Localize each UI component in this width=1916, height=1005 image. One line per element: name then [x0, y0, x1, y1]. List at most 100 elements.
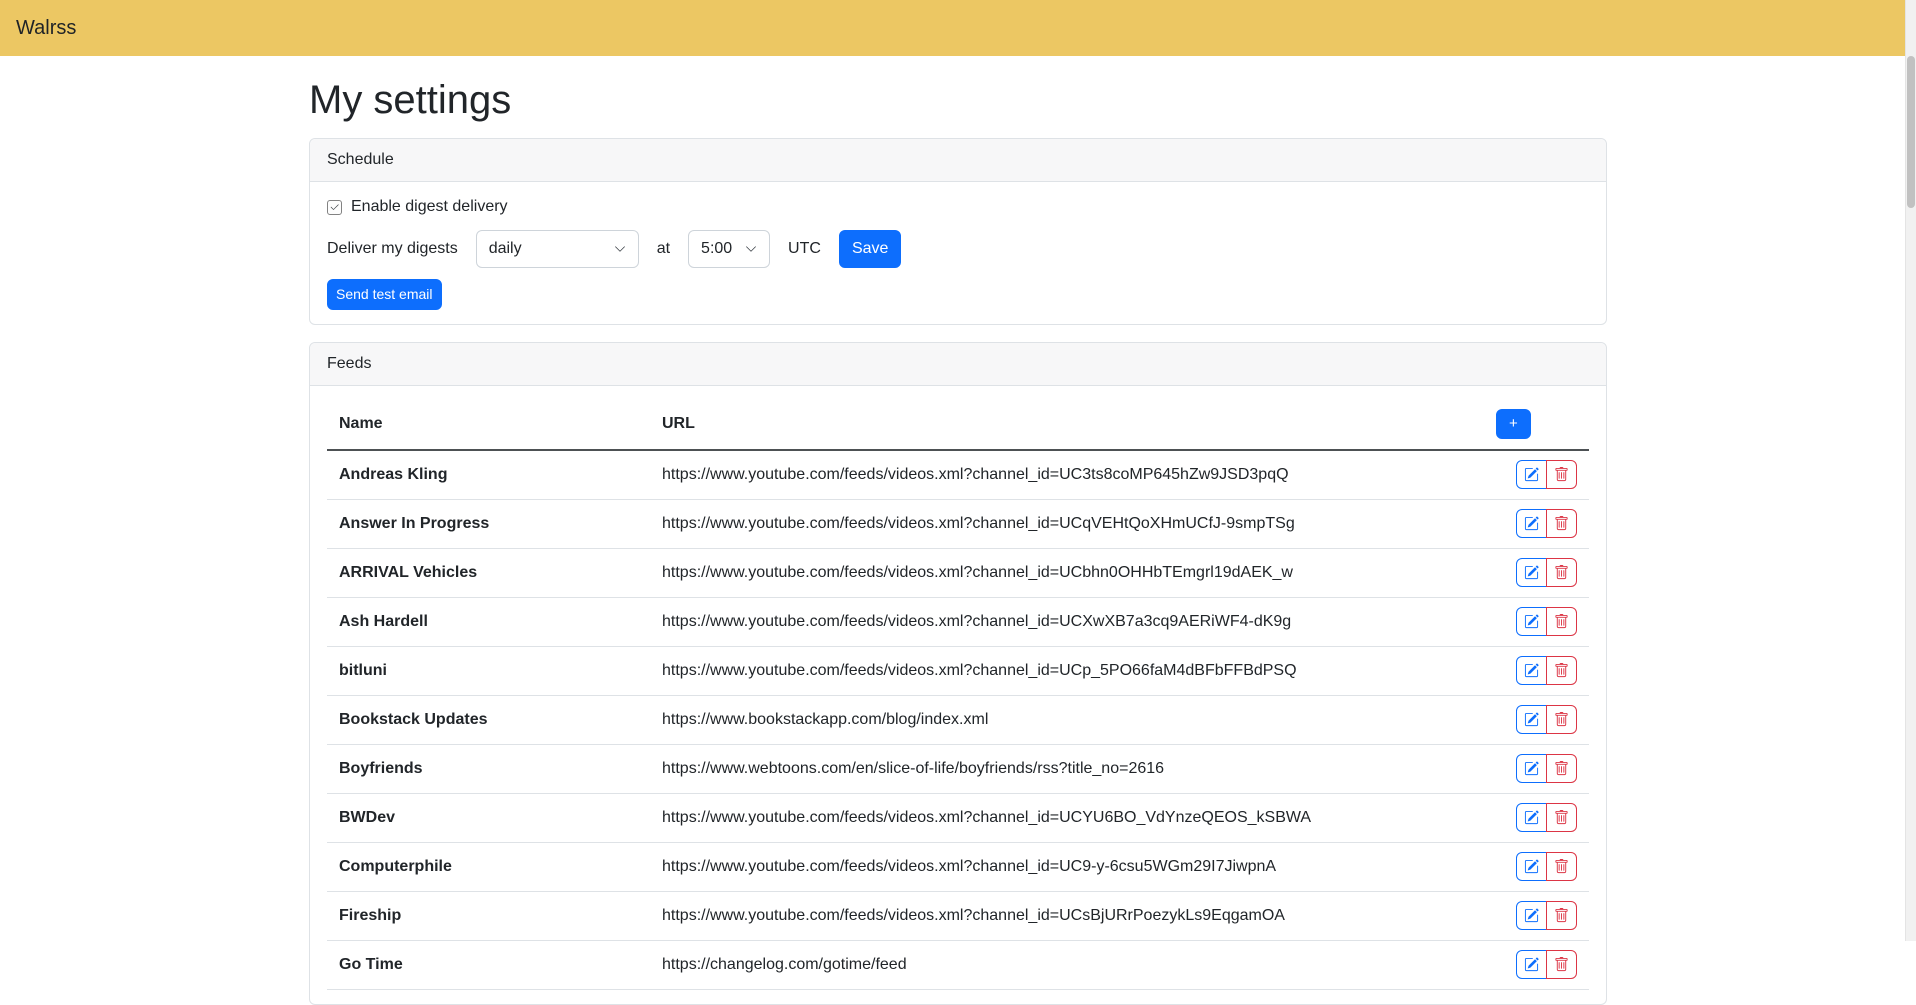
- frequency-value: daily: [489, 237, 522, 261]
- add-feed-button[interactable]: +: [1496, 409, 1531, 439]
- feed-actions: [1484, 647, 1589, 696]
- feeds-table-body: Andreas Kling https://www.youtube.com/fe…: [327, 450, 1589, 990]
- delete-feed-button[interactable]: [1546, 509, 1577, 538]
- trash-icon: [1554, 565, 1569, 580]
- deliver-label: Deliver my digests: [327, 237, 458, 261]
- pencil-square-icon: [1524, 859, 1539, 874]
- feed-url: https://www.youtube.com/feeds/videos.xml…: [650, 647, 1484, 696]
- feed-actions-group: [1516, 950, 1577, 979]
- chevron-down-icon: [614, 243, 626, 255]
- test-email-row: Send test email: [327, 279, 1589, 310]
- send-test-email-button[interactable]: Send test email: [327, 279, 442, 310]
- delete-feed-button[interactable]: [1546, 558, 1577, 587]
- feeds-card-body: Name URL + Andreas Kling https://www.you…: [310, 386, 1606, 1004]
- top-navbar: Walrss: [0, 0, 1916, 56]
- main-content: My settings Schedule Enable digest deliv…: [309, 56, 1607, 1005]
- feed-actions-group: [1516, 705, 1577, 734]
- edit-feed-button[interactable]: [1516, 754, 1547, 783]
- delete-feed-button[interactable]: [1546, 754, 1577, 783]
- table-row: Ash Hardell https://www.youtube.com/feed…: [327, 598, 1589, 647]
- time-select[interactable]: 5:00: [688, 230, 770, 268]
- delete-feed-button[interactable]: [1546, 852, 1577, 881]
- edit-feed-button[interactable]: [1516, 852, 1547, 881]
- feed-actions: [1484, 794, 1589, 843]
- feed-url: https://www.youtube.com/feeds/videos.xml…: [650, 892, 1484, 941]
- scrollbar-thumb[interactable]: [1907, 56, 1915, 208]
- feed-url: https://www.youtube.com/feeds/videos.xml…: [650, 598, 1484, 647]
- feed-url: https://www.youtube.com/feeds/videos.xml…: [650, 450, 1484, 500]
- feed-name: Fireship: [327, 892, 650, 941]
- trash-icon: [1554, 712, 1569, 727]
- feed-actions: [1484, 892, 1589, 941]
- delete-feed-button[interactable]: [1546, 901, 1577, 930]
- feed-url: https://www.webtoons.com/en/slice-of-lif…: [650, 745, 1484, 794]
- at-label: at: [657, 237, 670, 261]
- edit-feed-button[interactable]: [1516, 509, 1547, 538]
- brand-link[interactable]: Walrss: [16, 13, 76, 43]
- trash-icon: [1554, 859, 1569, 874]
- feed-actions-group: [1516, 460, 1577, 489]
- delete-feed-button[interactable]: [1546, 656, 1577, 685]
- delete-feed-button[interactable]: [1546, 950, 1577, 979]
- feed-actions-group: [1516, 754, 1577, 783]
- edit-feed-button[interactable]: [1516, 901, 1547, 930]
- pencil-square-icon: [1524, 516, 1539, 531]
- table-row: ARRIVAL Vehicles https://www.youtube.com…: [327, 549, 1589, 598]
- table-row: bitluni https://www.youtube.com/feeds/vi…: [327, 647, 1589, 696]
- pencil-square-icon: [1524, 957, 1539, 972]
- check-icon: [329, 202, 340, 213]
- feed-actions: [1484, 500, 1589, 549]
- table-row: Computerphile https://www.youtube.com/fe…: [327, 843, 1589, 892]
- feed-name: ARRIVAL Vehicles: [327, 549, 650, 598]
- schedule-card-body: Enable digest delivery Deliver my digest…: [310, 182, 1606, 324]
- edit-feed-button[interactable]: [1516, 607, 1547, 636]
- feed-name: BWDev: [327, 794, 650, 843]
- table-row: BWDev https://www.youtube.com/feeds/vide…: [327, 794, 1589, 843]
- trash-icon: [1554, 761, 1569, 776]
- trash-icon: [1554, 614, 1569, 629]
- feed-actions: [1484, 450, 1589, 500]
- feed-name: bitluni: [327, 647, 650, 696]
- feeds-table: Name URL + Andreas Kling https://www.you…: [327, 399, 1589, 990]
- schedule-card-header: Schedule: [310, 139, 1606, 182]
- feed-url: https://www.youtube.com/feeds/videos.xml…: [650, 500, 1484, 549]
- feed-name: Go Time: [327, 941, 650, 990]
- edit-feed-button[interactable]: [1516, 803, 1547, 832]
- feeds-table-header-row: Name URL +: [327, 399, 1589, 450]
- feeds-card: Feeds Name URL + Andreas Kling https://w…: [309, 342, 1607, 1005]
- feed-actions: [1484, 843, 1589, 892]
- timezone-label: UTC: [788, 237, 821, 261]
- time-value: 5:00: [701, 237, 732, 261]
- table-row: Answer In Progress https://www.youtube.c…: [327, 500, 1589, 549]
- table-row: Bookstack Updates https://www.bookstacka…: [327, 696, 1589, 745]
- frequency-select[interactable]: daily: [476, 230, 639, 268]
- edit-feed-button[interactable]: [1516, 558, 1547, 587]
- table-row: Go Time https://changelog.com/gotime/fee…: [327, 941, 1589, 990]
- enable-digest-row: Enable digest delivery: [327, 195, 1589, 219]
- trash-icon: [1554, 663, 1569, 678]
- feed-name: Boyfriends: [327, 745, 650, 794]
- feed-actions-group: [1516, 509, 1577, 538]
- feed-name: Andreas Kling: [327, 450, 650, 500]
- save-button[interactable]: Save: [839, 230, 901, 268]
- edit-feed-button[interactable]: [1516, 460, 1547, 489]
- enable-digest-label: Enable digest delivery: [351, 195, 508, 219]
- delete-feed-button[interactable]: [1546, 803, 1577, 832]
- edit-feed-button[interactable]: [1516, 705, 1547, 734]
- delete-feed-button[interactable]: [1546, 460, 1577, 489]
- pencil-square-icon: [1524, 614, 1539, 629]
- feed-url: https://www.youtube.com/feeds/videos.xml…: [650, 794, 1484, 843]
- enable-digest-checkbox[interactable]: [327, 200, 342, 215]
- feed-url: https://www.youtube.com/feeds/videos.xml…: [650, 843, 1484, 892]
- delete-feed-button[interactable]: [1546, 705, 1577, 734]
- edit-feed-button[interactable]: [1516, 950, 1547, 979]
- feed-actions: [1484, 696, 1589, 745]
- table-row: Boyfriends https://www.webtoons.com/en/s…: [327, 745, 1589, 794]
- scrollbar[interactable]: [1905, 0, 1916, 941]
- pencil-square-icon: [1524, 761, 1539, 776]
- pencil-square-icon: [1524, 712, 1539, 727]
- delete-feed-button[interactable]: [1546, 607, 1577, 636]
- feed-name: Answer In Progress: [327, 500, 650, 549]
- feed-actions: [1484, 549, 1589, 598]
- edit-feed-button[interactable]: [1516, 656, 1547, 685]
